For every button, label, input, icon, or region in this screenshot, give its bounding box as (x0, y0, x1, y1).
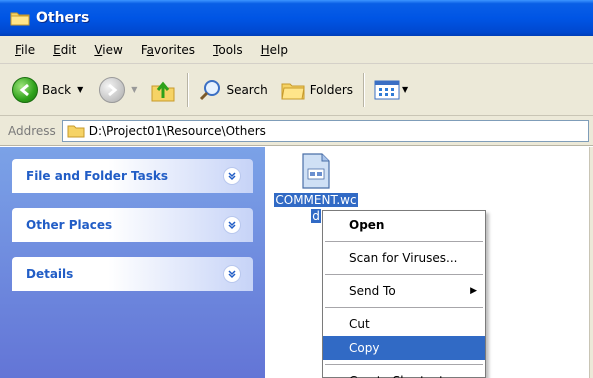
task-group-label: File and Folder Tasks (26, 169, 169, 183)
up-folder-button[interactable] (145, 70, 181, 110)
task-group-label: Other Places (26, 218, 113, 232)
back-dropdown-icon[interactable]: ▼ (77, 85, 83, 94)
menu-item-scan-for-viruses[interactable]: Scan for Viruses... (323, 246, 485, 270)
address-path: D:\Project01\Resource\Others (88, 123, 266, 138)
menu-file[interactable]: File (6, 43, 44, 57)
search-icon (200, 79, 221, 100)
menu-item-open[interactable]: Open (323, 213, 485, 237)
forward-arrow-icon (99, 76, 126, 103)
folder-icon (10, 12, 30, 26)
window-title: Others (36, 10, 90, 26)
toolbar-separator (187, 72, 189, 107)
toolbar: Back ▼ ▼ Search Folders ▼ (0, 64, 593, 116)
task-pane: File and Folder Tasks Other Places Detai… (0, 147, 265, 378)
document-icon[interactable] (300, 153, 332, 189)
folder-icon (67, 125, 85, 137)
menu-edit[interactable]: Edit (44, 43, 85, 57)
menu-item-create-shortcut[interactable]: Create Shortcut (323, 369, 485, 378)
task-group-file-and-folder-tasks[interactable]: File and Folder Tasks (12, 159, 253, 193)
folders-button[interactable]: Folders (276, 70, 357, 110)
back-button[interactable]: Back ▼ (8, 70, 87, 110)
views-button[interactable]: ▼ (370, 70, 412, 110)
back-label: Back (42, 82, 72, 97)
menu-separator (325, 307, 483, 308)
chevron-down-icon[interactable] (223, 216, 241, 234)
menu-view[interactable]: View (85, 43, 131, 57)
menu-separator (325, 241, 483, 242)
address-field[interactable]: D:\Project01\Resource\Others (61, 119, 589, 142)
address-bar: Address D:\Project01\Resource\Others (0, 116, 593, 146)
menu-item-cut[interactable]: Cut (323, 312, 485, 336)
views-icon (374, 80, 400, 99)
task-group-details[interactable]: Details (12, 257, 253, 291)
task-group-label: Details (26, 267, 74, 281)
menu-help[interactable]: Help (252, 43, 297, 57)
menu-separator (325, 364, 483, 365)
up-folder-icon (151, 81, 175, 101)
context-menu: Open Scan for Viruses... Send To ▶ Cut C… (322, 210, 486, 378)
window-edge (589, 147, 593, 378)
folders-icon (281, 83, 305, 99)
search-button[interactable]: Search (194, 70, 271, 110)
menu-item-send-to[interactable]: Send To ▶ (323, 279, 485, 303)
chevron-down-icon[interactable] (223, 265, 241, 283)
task-group-other-places[interactable]: Other Places (12, 208, 253, 242)
back-arrow-icon (12, 76, 38, 103)
forward-button[interactable]: ▼ (95, 70, 141, 110)
chevron-down-icon[interactable] (223, 167, 241, 185)
menu-tools[interactable]: Tools (204, 43, 252, 57)
folders-label: Folders (309, 82, 354, 97)
toolbar-separator (363, 72, 365, 107)
search-label: Search (226, 82, 268, 97)
submenu-arrow-icon: ▶ (470, 286, 477, 296)
menu-item-copy[interactable]: Copy (323, 336, 485, 360)
title-bar[interactable]: Others (0, 0, 593, 36)
menu-bar: File Edit View Favorites Tools Help (0, 36, 593, 64)
menu-item-label: Send To (349, 284, 396, 298)
address-label: Address (8, 123, 56, 138)
menu-favorites[interactable]: Favorites (132, 43, 204, 57)
menu-separator (325, 274, 483, 275)
forward-dropdown-icon[interactable]: ▼ (131, 85, 137, 94)
views-dropdown-icon[interactable]: ▼ (402, 85, 408, 94)
